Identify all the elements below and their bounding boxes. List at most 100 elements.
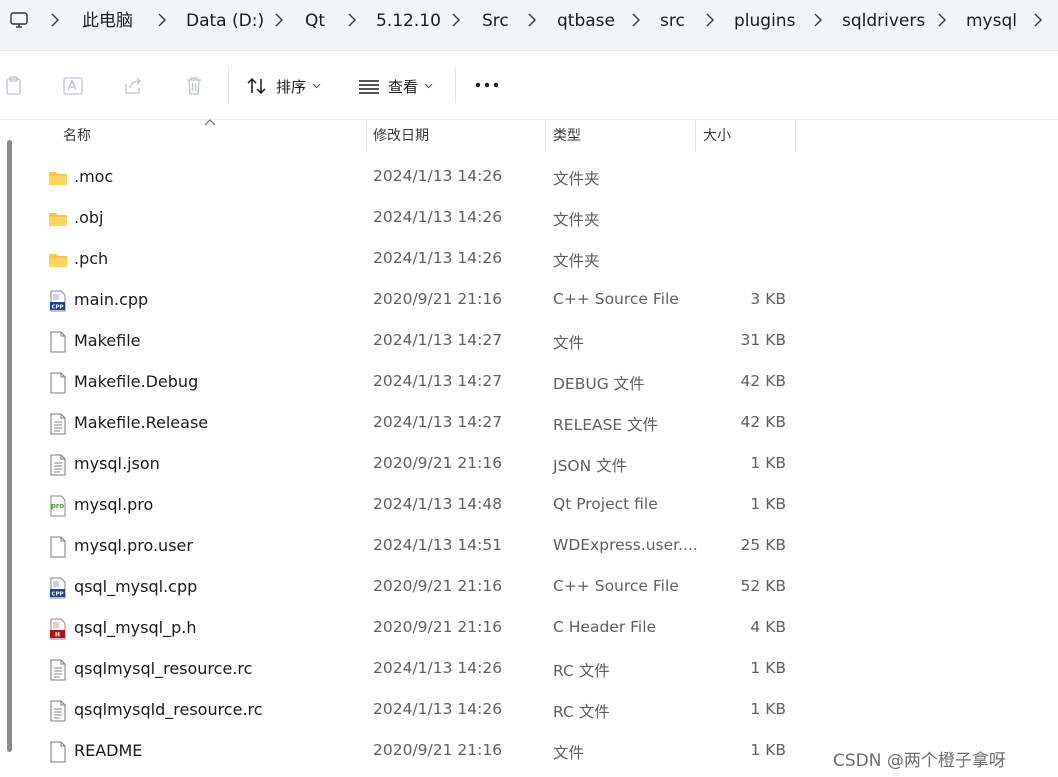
file-row[interactable]: mysql.pro.user 2024/1/13 14:51 WDExpress.u… — [26, 527, 1056, 568]
file-type: WDExpress.user.... — [553, 536, 698, 554]
svg-text:CPP: CPP — [51, 305, 63, 311]
file-name: Makefile.Debug — [74, 372, 199, 391]
file-row[interactable]: .moc 2024/1/13 14:26 文件夹 — [26, 158, 1056, 199]
svg-text:CPP: CPP — [51, 592, 63, 598]
file-name: main.cpp — [74, 290, 149, 309]
view-list-icon — [359, 80, 379, 94]
breadcrumb-chevron-icon[interactable] — [811, 11, 825, 29]
file-size: 3 KB — [750, 290, 786, 308]
file-type: JSON 文件 — [553, 457, 628, 475]
breadcrumb-item[interactable]: Qt — [305, 10, 325, 32]
column-header-type[interactable]: 类型 — [553, 120, 581, 152]
file-row[interactable]: mysql.json 2020/9/21 21:16 JSON 文件 1 KB — [26, 445, 1056, 486]
breadcrumb-chevron-icon[interactable] — [525, 11, 539, 29]
breadcrumb-chevron-icon[interactable] — [1031, 11, 1045, 29]
toolbar-divider — [455, 67, 456, 103]
file-row[interactable]: Makefile.Debug 2024/1/13 14:27 DEBUG 文件 42 … — [26, 363, 1056, 404]
column-divider[interactable] — [795, 120, 796, 152]
share-icon[interactable] — [122, 75, 144, 97]
view-button[interactable]: 查看 — [358, 73, 433, 99]
file-date: 2024/1/13 14:27 — [373, 372, 503, 390]
file-row[interactable]: .pch 2024/1/13 14:26 文件夹 — [26, 240, 1056, 281]
file-date: 2024/1/13 14:48 — [373, 495, 503, 513]
file-row[interactable]: CPP qsql_mysql.cpp 2020/9/21 21:16 C++ Sour… — [26, 568, 1056, 609]
breadcrumb-item[interactable]: sqldrivers — [842, 10, 925, 32]
breadcrumb-item[interactable]: 5.12.10 — [376, 10, 441, 32]
file-date: 2024/1/13 14:26 — [373, 249, 503, 267]
breadcrumb-chevron-icon[interactable] — [629, 11, 643, 29]
file-date: 2024/1/13 14:26 — [373, 208, 503, 226]
file-row[interactable]: qsqlmysql_resource.rc 2024/1/13 14:26 RC 文… — [26, 650, 1056, 691]
breadcrumb-item[interactable]: src — [660, 10, 685, 32]
file-date: 2024/1/13 14:27 — [373, 331, 503, 349]
file-name: Makefile — [74, 331, 141, 350]
breadcrumb-item[interactable]: qtbase — [557, 10, 615, 32]
breadcrumb-chevron-icon[interactable] — [449, 11, 463, 29]
file-name: .pch — [74, 249, 109, 268]
folder-icon — [48, 249, 68, 271]
file-size: 52 KB — [740, 577, 786, 595]
column-divider[interactable] — [545, 120, 546, 152]
file-name: .moc — [74, 167, 114, 186]
address-bar[interactable]: 此电脑 Data (D:) Qt 5.12.10 Src qtbase src plugins… — [0, 0, 1058, 51]
column-divider[interactable] — [366, 120, 367, 152]
breadcrumb-chevron-icon[interactable] — [155, 11, 169, 29]
file-type: Qt Project file — [553, 495, 658, 513]
sort-label: 排序 — [276, 77, 307, 96]
column-divider[interactable] — [695, 120, 696, 152]
watermark: CSDN @两个橙子拿呀 — [833, 751, 1006, 771]
paste-icon[interactable] — [3, 75, 25, 97]
file-type: 文件 — [553, 744, 585, 762]
file-row[interactable]: pro mysql.pro 2024/1/13 14:48 Qt Project fi… — [26, 486, 1056, 527]
vertical-scrollbar[interactable] — [0, 120, 18, 777]
file-row[interactable]: Makefile.Release 2024/1/13 14:27 RELEASE 文… — [26, 404, 1056, 445]
scrollbar-thumb[interactable] — [7, 140, 12, 752]
breadcrumb-item[interactable]: mysql — [966, 10, 1017, 32]
column-header-name[interactable]: 名称 — [63, 120, 91, 152]
breadcrumb-chevron-icon[interactable] — [272, 11, 286, 29]
breadcrumb-item[interactable]: Data (D:) — [186, 10, 264, 32]
file-row[interactable]: Hqsql_mysql_p.h 2020/9/21 21:16 C Header F… — [26, 609, 1056, 650]
rename-icon[interactable] — [62, 75, 84, 97]
text-file-icon — [48, 659, 68, 681]
breadcrumb-chevron-icon[interactable] — [48, 11, 62, 29]
blank-file-icon — [48, 331, 68, 353]
file-row[interactable]: qsqlmysqld_resource.rc 2024/1/13 14:26 RC … — [26, 691, 1056, 732]
file-type: RELEASE 文件 — [553, 416, 659, 434]
file-row[interactable]: Makefile 2024/1/13 14:27 文件 31 KB — [26, 322, 1056, 363]
breadcrumb-item[interactable]: plugins — [734, 10, 795, 32]
toolbar-divider — [228, 67, 229, 103]
command-bar: 排序 查看 — [0, 51, 1058, 120]
sort-ascending-icon — [204, 119, 216, 126]
file-date: 2024/1/13 14:27 — [373, 413, 503, 431]
breadcrumb-chevron-icon[interactable] — [935, 11, 949, 29]
file-size: 1 KB — [750, 495, 786, 513]
file-size: 4 KB — [750, 618, 786, 636]
breadcrumb-chevron-icon[interactable] — [703, 11, 717, 29]
breadcrumb-chevron-icon[interactable] — [345, 11, 359, 29]
file-type: 文件夹 — [553, 170, 600, 188]
blank-file-icon — [48, 741, 68, 763]
file-name: qsql_mysql_p.h — [74, 618, 197, 637]
chevron-down-icon — [424, 83, 433, 89]
file-size: 25 KB — [740, 536, 786, 554]
file-type: C++ Source File — [553, 577, 679, 595]
this-pc-icon[interactable] — [9, 10, 29, 30]
breadcrumb-item[interactable]: 此电脑 — [82, 10, 133, 32]
file-row[interactable]: .obj 2024/1/13 14:26 文件夹 — [26, 199, 1056, 240]
text-file-icon — [48, 700, 68, 722]
blank-file-icon — [48, 372, 68, 394]
delete-icon[interactable] — [183, 75, 205, 97]
column-header-date[interactable]: 修改日期 — [373, 120, 429, 152]
sort-button[interactable]: 排序 — [246, 73, 321, 99]
file-row[interactable]: CPP main.cpp 2020/9/21 21:16 C++ Source Fil… — [26, 281, 1056, 322]
folder-icon — [48, 167, 68, 189]
file-name: qsqlmysql_resource.rc — [74, 659, 253, 678]
more-options-icon[interactable] — [474, 81, 500, 89]
breadcrumb-item[interactable]: Src — [482, 10, 509, 32]
file-type: 文件夹 — [553, 211, 600, 229]
text-file-icon — [48, 454, 68, 476]
column-header-size[interactable]: 大小 — [703, 120, 731, 152]
folder-icon — [48, 208, 68, 230]
file-name: qsql_mysql.cpp — [74, 577, 198, 596]
